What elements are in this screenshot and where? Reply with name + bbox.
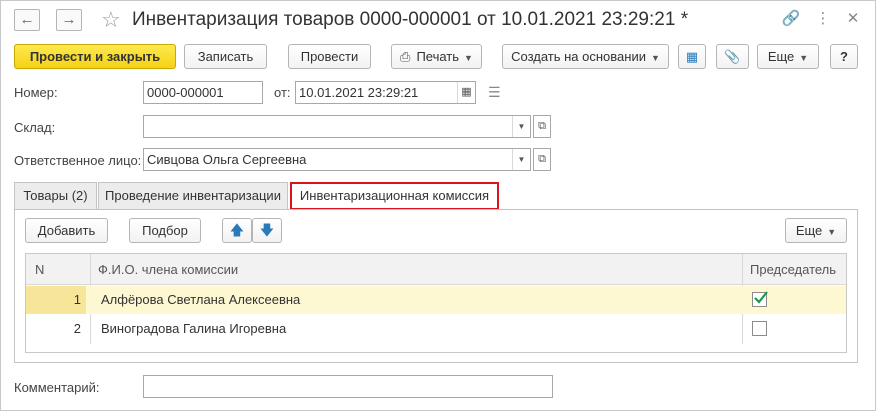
chevron-down-icon[interactable]: ▼ [512,116,530,137]
forward-arrow-icon[interactable]: → [56,9,82,31]
responsible-field[interactable]: Сивцова Ольга Сергеевна ▼ [143,148,531,171]
date-field[interactable]: 10.01.2021 23:29:21 ▦ [295,81,476,104]
document-window: ← → ☆ Инвентаризация товаров 0000-000001… [0,0,876,411]
save-button[interactable]: Записать [184,44,267,69]
responsible-label: Ответственное лицо: [14,153,142,168]
chevron-down-icon: ▼ [650,53,660,63]
open-warehouse-icon[interactable]: ⧉ [533,115,551,138]
more-label: Еще [767,49,795,64]
chevron-down-icon: ▼ [827,227,837,237]
tab-inventory-commission[interactable]: Инвентаризационная комиссия [290,182,499,210]
post-button[interactable]: Провести [288,44,371,69]
move-up-icon[interactable]: 🡅 [222,218,252,243]
document-list-icon[interactable]: ☰ [488,84,501,101]
help-button[interactable]: ? [830,44,858,69]
date-value: 10.01.2021 23:29:21 [299,85,419,100]
column-header-chairman[interactable]: Председатель [750,254,836,285]
chevron-down-icon[interactable]: ▼ [512,149,530,170]
link-icon[interactable]: 🔗 [781,10,801,28]
title-bar: ← → ☆ Инвентаризация товаров 0000-000001… [1,1,875,39]
number-field[interactable]: 0000-000001 [143,81,263,104]
tab-inventory-execution[interactable]: Проведение инвентаризации [98,182,288,209]
chairman-checkbox[interactable] [752,291,768,307]
member-name: Алфёрова Светлана Алексеевна [101,292,301,307]
structure-icon[interactable]: ▦ [678,44,706,69]
date-label: от: [274,85,291,100]
warehouse-label: Склад: [14,120,56,135]
add-button[interactable]: Добавить [25,218,108,243]
move-down-icon[interactable]: 🡇 [252,218,282,243]
printer-icon: ⎙ [400,49,411,64]
table-more-button[interactable]: Еще ▼ [785,218,847,243]
chevron-down-icon: ▼ [799,53,809,63]
row-number: 1 [73,292,81,307]
more-button[interactable]: Еще ▼ [757,44,819,69]
attachment-icon[interactable]: 📎 [716,44,749,69]
chairman-checkbox[interactable] [752,321,767,336]
responsible-value: Сивцова Ольга Сергеевна [147,152,307,167]
table-header: N Ф.И.О. члена комиссии Председатель [26,254,846,285]
chevron-down-icon: ▼ [464,53,473,63]
member-name: Виноградова Галина Игоревна [101,321,287,336]
create-based-on-button[interactable]: Создать на основании ▼ [502,44,669,69]
post-and-close-button[interactable]: Провести и закрыть [14,44,176,69]
number-label: Номер: [14,85,58,100]
star-icon[interactable]: ☆ [101,8,121,32]
back-arrow-icon[interactable]: ← [14,9,40,31]
commission-table: N Ф.И.О. члена комиссии Председатель 1 А… [25,253,847,353]
more-vert-icon[interactable]: ⋮ [813,10,833,28]
open-responsible-icon[interactable]: ⧉ [533,148,551,171]
warehouse-field[interactable]: ▼ [143,115,531,138]
select-button[interactable]: Подбор [129,218,201,243]
row-number: 2 [73,321,81,336]
column-header-n[interactable]: N [35,254,44,285]
calendar-icon[interactable]: ▦ [457,82,475,103]
comment-field[interactable] [143,375,553,398]
create-based-on-label: Создать на основании [511,49,646,64]
tab-goods[interactable]: Товары (2) [14,182,97,209]
print-button[interactable]: ⎙ Печать ▼ [391,44,482,69]
comment-label: Комментарий: [14,380,100,395]
table-row[interactable]: 2 Виноградова Галина Игоревна [26,315,846,343]
window-title: Инвентаризация товаров 0000-000001 от 10… [132,9,689,30]
close-icon[interactable]: ✕ [843,10,863,28]
print-label: Печать [416,49,460,64]
table-row[interactable]: 1 Алфёрова Светлана Алексеевна [26,286,846,314]
checkmark-icon [754,291,768,304]
column-header-name[interactable]: Ф.И.О. члена комиссии [98,254,238,285]
table-more-label: Еще [795,223,823,238]
